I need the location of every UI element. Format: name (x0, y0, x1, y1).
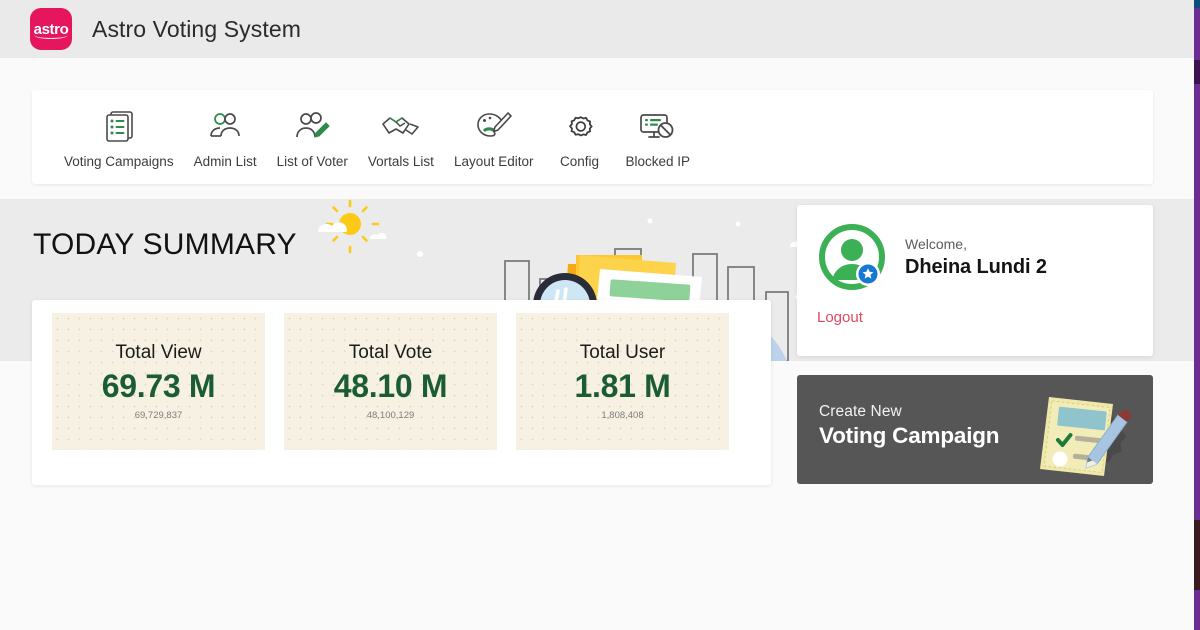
today-summary-card: Total View 69.73 M 69,729,837 Total Vote… (32, 300, 771, 485)
nav-label: Config (559, 153, 600, 169)
monitor-blocked-icon (638, 106, 678, 148)
gear-icon (563, 106, 597, 148)
create-campaign-text: Create New Voting Campaign (819, 403, 1000, 449)
welcome-user-name: Dheina Lundi 2 (905, 255, 1047, 278)
nav-item-list-of-voter[interactable]: List of Voter (267, 106, 358, 169)
paint-palette-icon (475, 106, 513, 148)
create-campaign-title: Voting Campaign (819, 423, 1000, 448)
main-nav: Voting Campaigns Admin List List of Vote… (32, 90, 1153, 184)
handshake-icon (380, 106, 422, 148)
nav-label: Vortals List (367, 153, 434, 169)
nav-item-blocked-ip[interactable]: Blocked IP (616, 106, 701, 169)
create-campaign-kicker: Create New (819, 403, 902, 420)
nav-label: Voting Campaigns (64, 153, 174, 169)
stat-exact-value: 69,729,837 (134, 409, 183, 421)
edge-segment-mid (1194, 60, 1200, 84)
user-edit-icon (293, 106, 331, 148)
stat-exact-value: 1,808,408 (601, 409, 644, 421)
create-voting-campaign-button[interactable]: Create New Voting Campaign (797, 375, 1153, 484)
edge-segment-top (1194, 0, 1200, 8)
logout-link[interactable]: Logout (817, 309, 863, 326)
stat-value: 48.10 M (333, 368, 448, 405)
stat-value: 69.73 M (101, 368, 216, 405)
app-root: astro Astro Voting System Voting Campaig… (0, 0, 1200, 630)
logo-swoosh-icon (34, 31, 68, 39)
astro-logo[interactable]: astro (30, 8, 72, 50)
edge-segment-bottom (1194, 520, 1200, 590)
nav-item-voting-campaigns[interactable]: Voting Campaigns (54, 106, 184, 169)
app-header: astro Astro Voting System (0, 0, 1194, 58)
documents-list-icon (102, 106, 136, 148)
stat-label: Total User (579, 342, 666, 364)
welcome-panel: Welcome, Dheina Lundi 2 Logout (797, 205, 1153, 356)
stat-total-vote: Total Vote 48.10 M 48,100,129 (284, 313, 497, 450)
nav-label: Admin List (193, 153, 257, 169)
ballot-pencil-icon (1025, 381, 1145, 481)
nav-label: List of Voter (276, 153, 348, 169)
page-title: Astro Voting System (92, 15, 301, 42)
stat-label: Total Vote (348, 342, 433, 364)
nav-item-layout-editor[interactable]: Layout Editor (444, 106, 544, 169)
nav-label: Blocked IP (625, 153, 691, 169)
nav-item-config[interactable]: Config (544, 106, 616, 169)
welcome-row: Welcome, Dheina Lundi 2 (817, 222, 1133, 292)
stat-total-user: Total User 1.81 M 1,808,408 (516, 313, 729, 450)
today-summary-title: TODAY SUMMARY (33, 228, 297, 261)
avatar[interactable] (817, 222, 887, 292)
stat-label: Total View (115, 342, 202, 364)
stat-total-view: Total View 69.73 M 69,729,837 (52, 313, 265, 450)
browser-edge-strip (1194, 0, 1200, 630)
nav-item-admin-list[interactable]: Admin List (184, 106, 267, 169)
welcome-text: Welcome, Dheina Lundi 2 (905, 236, 1047, 279)
users-admin-icon (206, 106, 244, 148)
stat-exact-value: 48,100,129 (366, 409, 415, 421)
nav-item-vortals-list[interactable]: Vortals List (358, 106, 444, 169)
stat-value: 1.81 M (574, 368, 671, 405)
welcome-greeting: Welcome, (905, 235, 967, 252)
nav-label: Layout Editor (453, 153, 534, 169)
